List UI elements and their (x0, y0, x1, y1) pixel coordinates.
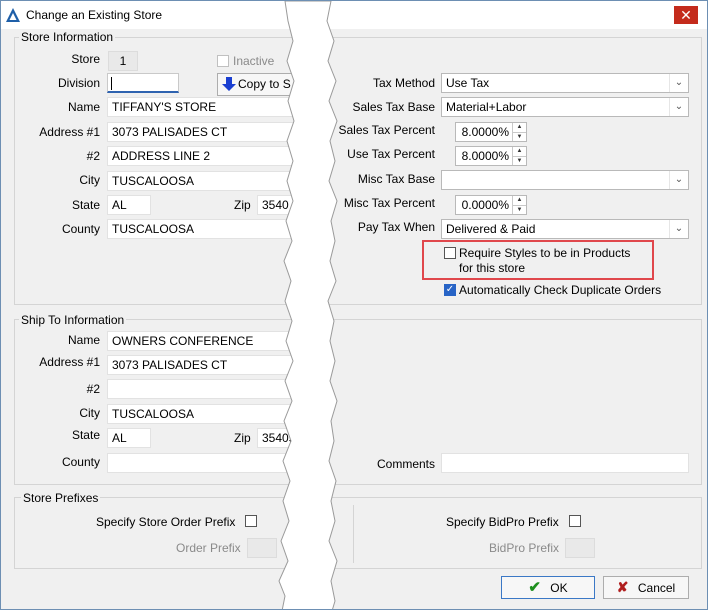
torn-edge-graphic (278, 1, 338, 609)
dialog-window: Change an Existing Store ✕ Store Informa… (0, 0, 708, 610)
